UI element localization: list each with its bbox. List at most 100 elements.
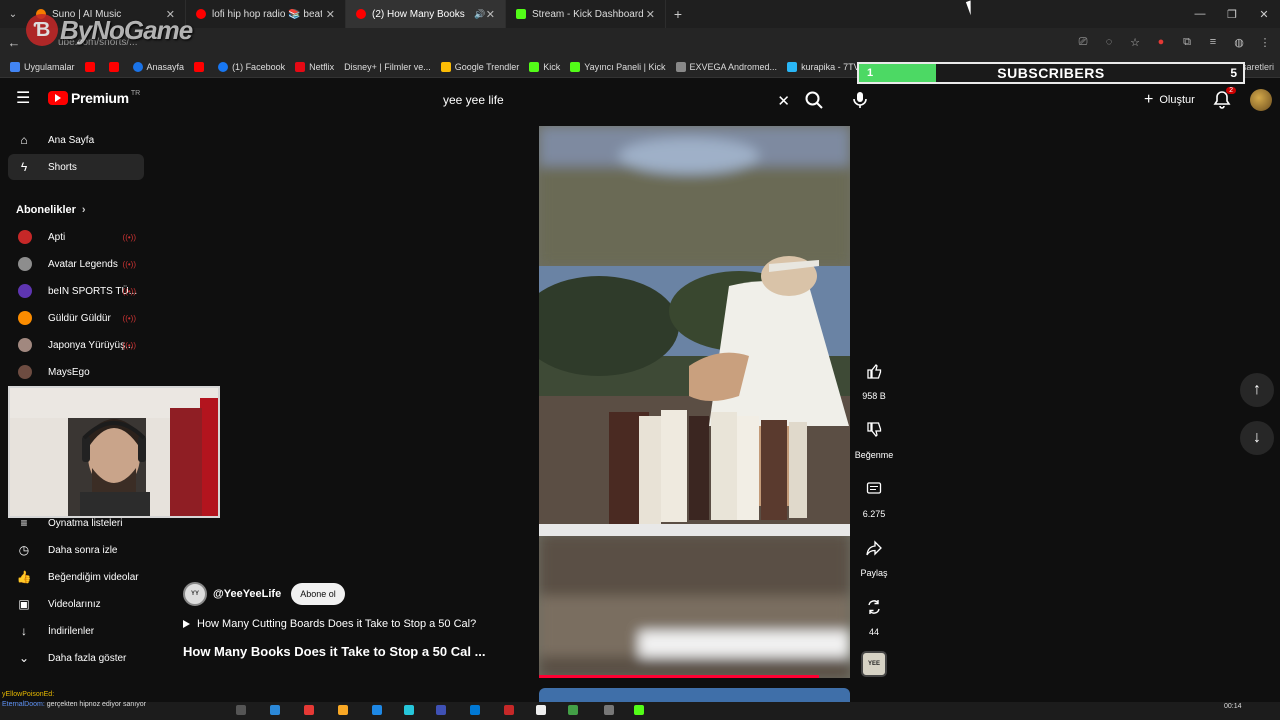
- sidebar-subscription[interactable]: MaysEgo: [8, 359, 144, 385]
- sidebar-item-watch-later[interactable]: ◷ Daha sonra izle: [8, 537, 144, 563]
- youtube-favicon-icon: [196, 9, 206, 19]
- bookmark-disney[interactable]: Disney+ | Filmler ve...: [344, 62, 431, 72]
- more-menu-icon[interactable]: ⋮: [1258, 36, 1272, 49]
- sidebar-subscription[interactable]: Japonya Yürüyüş... ((•)): [8, 332, 144, 358]
- bookmark-facebook[interactable]: (1) Facebook: [218, 61, 285, 72]
- like-button[interactable]: 958 B: [852, 356, 896, 401]
- kick-favicon-icon: [516, 9, 526, 19]
- restore-icon[interactable]: ❐: [1216, 0, 1248, 28]
- browser-tab-lofi[interactable]: lofi hip hop radio 📚 beats to r ✕: [186, 0, 346, 28]
- menu-icon[interactable]: ☰: [16, 91, 32, 107]
- sidebar-item-show-more[interactable]: ⌄ Daha fazla göster: [8, 645, 144, 671]
- related-video-link[interactable]: How Many Cutting Boards Does it Take to …: [183, 618, 476, 630]
- tab-search-menu[interactable]: ⌄: [0, 0, 26, 28]
- live-indicator-icon: ((•)): [122, 232, 136, 242]
- short-title[interactable]: How Many Books Does it Take to Stop a 50…: [183, 644, 485, 659]
- subscribe-button[interactable]: Abone ol: [291, 583, 345, 605]
- video-icon: ▣: [18, 597, 30, 611]
- eye-off-icon[interactable]: ◌: [1102, 36, 1116, 48]
- share-button[interactable]: Paylaş: [852, 533, 896, 578]
- subscribers-goal-overlay: 1 SUBSCRIBERS 5: [857, 62, 1245, 84]
- video-progress-bar[interactable]: [539, 675, 819, 678]
- browser-tab-active[interactable]: (2) How Many Books Does 🔊 ✕: [346, 0, 506, 28]
- star-icon[interactable]: ☆: [1128, 36, 1142, 49]
- speaker-icon[interactable]: 🔊: [474, 9, 485, 20]
- media-control-icon[interactable]: ≡: [1206, 36, 1220, 48]
- taskbar-app-icon[interactable]: [604, 705, 614, 715]
- sidebar-subscription[interactable]: Güldür Güldür ((•)): [8, 305, 144, 331]
- bookmark-google-trends[interactable]: Google Trendler: [440, 61, 519, 72]
- bookmark-apps[interactable]: Uygulamalar: [10, 61, 75, 72]
- search-input[interactable]: [434, 93, 754, 107]
- search-icon[interactable]: [804, 90, 824, 110]
- taskbar-app-icon[interactable]: [372, 705, 382, 715]
- thumbs-down-icon: [859, 415, 889, 445]
- chevron-down-icon: ⌄: [18, 651, 30, 665]
- youtube-premium-logo[interactable]: Premium TR: [48, 90, 140, 106]
- taskbar-app-icon[interactable]: [536, 705, 546, 715]
- bookmark-netflix[interactable]: Netflix: [295, 61, 334, 72]
- sidebar-item-shorts[interactable]: ϟ Shorts: [8, 154, 144, 180]
- playlist-icon: ≡: [20, 516, 28, 530]
- sidebar-item-home[interactable]: ⌂ Ana Sayfa: [8, 127, 144, 153]
- clear-search-icon[interactable]: ✕: [777, 92, 790, 110]
- sidebar-subscription[interactable]: Avatar Legends ((•)): [8, 251, 144, 277]
- taskbar-app-icon[interactable]: [504, 705, 514, 715]
- taskbar-app-icon[interactable]: [404, 705, 414, 715]
- taskbar-app-icon[interactable]: [470, 705, 480, 715]
- close-tab-icon[interactable]: ✕: [486, 8, 495, 21]
- bookmark-youtube-2[interactable]: [108, 61, 123, 72]
- browser-tab-kick[interactable]: Stream - Kick Dashboard ✕: [506, 0, 666, 28]
- taskbar-app-icon[interactable]: [568, 705, 578, 715]
- bookmark-kick-panel[interactable]: Yayıncı Paneli | Kick: [570, 61, 666, 72]
- profile-icon[interactable]: ◍: [1232, 36, 1246, 49]
- create-button[interactable]: + Oluştur: [1136, 88, 1203, 112]
- sidebar-item-downloads[interactable]: ↓ İndirilenler: [8, 618, 144, 644]
- close-tab-icon[interactable]: ✕: [646, 8, 655, 21]
- channel-avatar[interactable]: YY: [183, 582, 207, 606]
- cast-icon[interactable]: ⎚: [1076, 36, 1090, 49]
- channel-avatar: [18, 257, 32, 271]
- chat-username: EternalDoom:: [2, 701, 45, 708]
- close-tab-icon[interactable]: ✕: [326, 8, 335, 21]
- taskbar-app-icon[interactable]: [304, 705, 314, 715]
- taskbar-app-icon[interactable]: [338, 705, 348, 715]
- next-short-button[interactable]: ↓: [1240, 421, 1274, 455]
- bookmark-youtube-3[interactable]: [194, 61, 208, 72]
- previous-short-button[interactable]: ↑: [1240, 373, 1274, 407]
- sidebar-subscription[interactable]: Apti ((•)): [8, 224, 144, 250]
- minimize-icon[interactable]: —: [1184, 0, 1216, 28]
- extensions-icon[interactable]: ⧉: [1180, 36, 1194, 49]
- shorts-video-player[interactable]: [539, 126, 850, 678]
- account-avatar[interactable]: [1250, 89, 1272, 111]
- webcam-image: [10, 388, 218, 516]
- taskbar-app-icon[interactable]: [634, 705, 644, 715]
- audio-source-thumbnail[interactable]: YEE: [861, 651, 887, 677]
- extension-red-icon[interactable]: ●: [1154, 36, 1168, 48]
- sidebar-item-liked[interactable]: 👍 Beğendiğim videolar: [8, 564, 144, 590]
- taskbar-app-icon[interactable]: [236, 705, 246, 715]
- download-icon: ↓: [21, 624, 27, 638]
- thumbs-up-icon: 👍: [16, 570, 32, 584]
- microphone-icon[interactable]: [850, 90, 870, 110]
- back-arrow-icon[interactable]: ←: [0, 35, 28, 50]
- sidebar-item-your-videos[interactable]: ▣ Videolarınız: [8, 591, 144, 617]
- bookmark-anasayfa[interactable]: Anasayfa: [132, 61, 184, 72]
- subscriptions-heading[interactable]: Abonelikler ›: [16, 204, 86, 216]
- comments-button[interactable]: 6.275: [852, 474, 896, 519]
- bookmark-kick[interactable]: Kick: [529, 61, 560, 72]
- taskbar-app-icon[interactable]: [270, 705, 280, 715]
- taskbar-app-icon[interactable]: [436, 705, 446, 715]
- close-window-icon[interactable]: ✕: [1248, 0, 1280, 28]
- dislike-button[interactable]: Beğenme: [852, 415, 896, 460]
- youtube-play-icon: [48, 91, 68, 105]
- channel-avatar: [18, 365, 32, 379]
- new-tab-button[interactable]: +: [666, 6, 690, 22]
- notifications-button[interactable]: 2: [1212, 87, 1236, 110]
- sidebar-subscription[interactable]: beIN SPORTS TÜ... ((•)): [8, 278, 144, 304]
- bookmark-7tv[interactable]: kurapika - 7TV: [787, 61, 860, 72]
- bookmark-exvega[interactable]: EXVEGA Andromed...: [675, 61, 777, 72]
- channel-name[interactable]: @YeeYeeLife: [213, 588, 281, 600]
- bookmark-youtube-1[interactable]: [84, 61, 99, 72]
- remix-button[interactable]: 44: [852, 592, 896, 637]
